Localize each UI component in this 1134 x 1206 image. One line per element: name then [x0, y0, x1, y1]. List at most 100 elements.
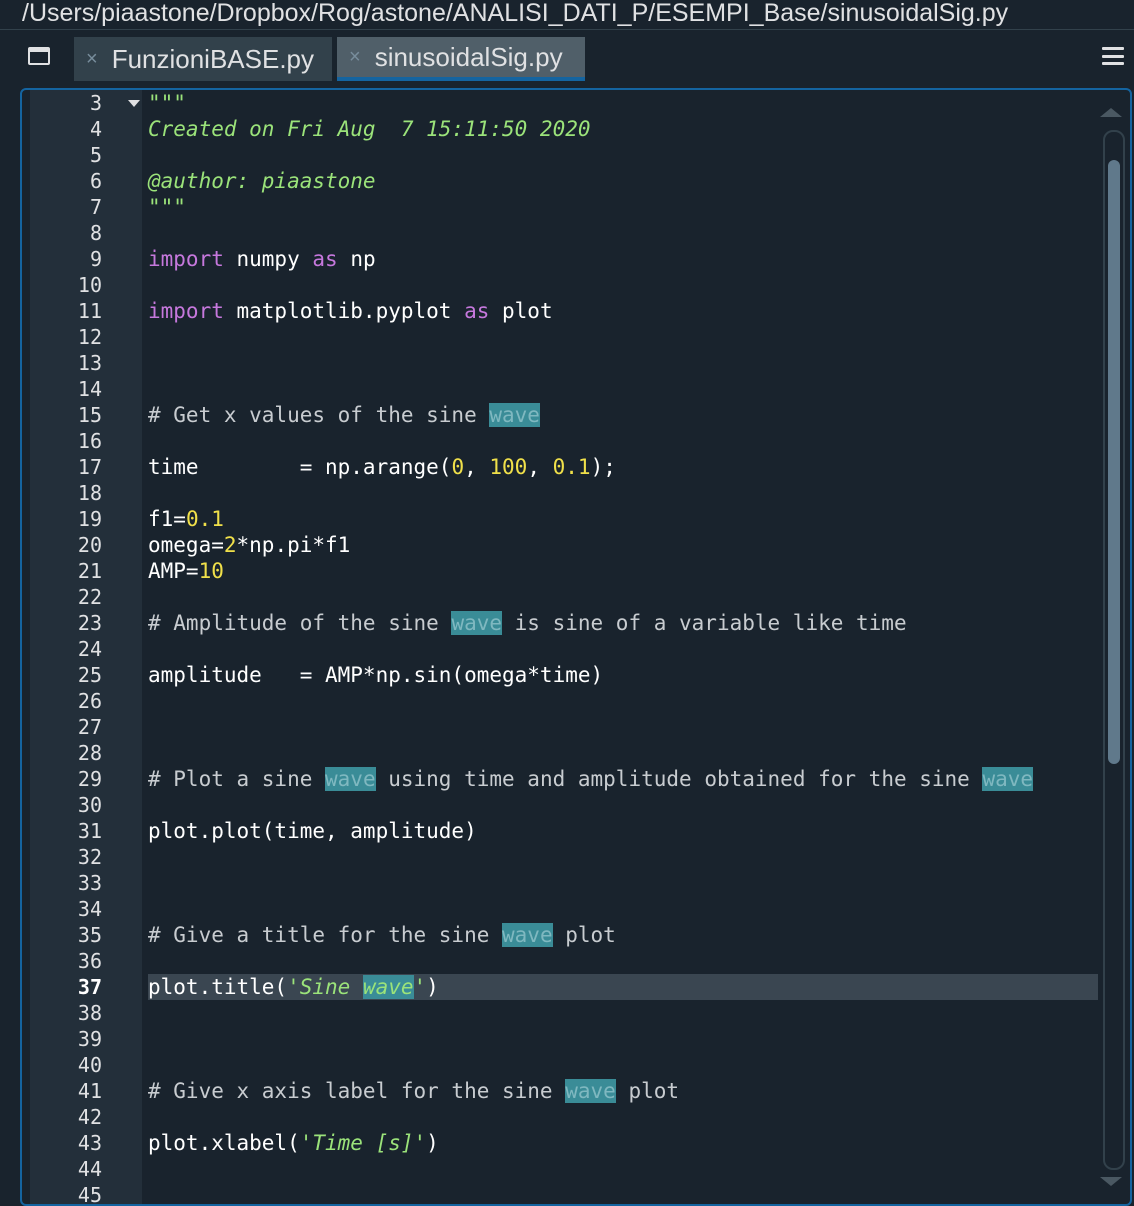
search-highlight: wave	[502, 923, 553, 947]
line-number: 44	[77, 1157, 102, 1181]
line-number: 8	[89, 221, 102, 245]
line-number: 35	[77, 923, 102, 947]
code-text: time = np.arange(	[148, 455, 452, 479]
search-highlight: wave	[565, 1079, 616, 1103]
number: 100	[489, 455, 528, 479]
menu-bar	[1102, 54, 1124, 58]
line-number: 13	[77, 351, 102, 375]
number: 0.1	[185, 507, 224, 531]
string: 'Time [s]'	[299, 1131, 427, 1155]
line-number: 21	[77, 559, 102, 583]
number: 0.1	[552, 455, 591, 479]
line-number: 19	[77, 507, 102, 531]
line-number: 18	[77, 481, 102, 505]
line-number: 6	[89, 169, 102, 193]
scroll-down-arrow-icon[interactable]	[1100, 1177, 1122, 1186]
code-text: amplitude = AMP*np.sin(omega*time)	[148, 663, 604, 687]
fold-arrow-icon[interactable]	[128, 100, 140, 107]
code-text: )	[426, 975, 439, 999]
tab-bar: × FunzioniBASE.py × sinusoidalSig.py	[0, 31, 1134, 81]
keyword-import: import	[148, 299, 224, 323]
keyword-import: import	[148, 247, 224, 271]
keyword-as: as	[464, 299, 490, 323]
line-number: 32	[77, 845, 102, 869]
code-line-29: # Plot a sine wave using time and amplit…	[142, 766, 1100, 792]
line-number: 17	[77, 455, 102, 479]
code-line-11: import matplotlib.pyplot as plot	[142, 298, 1100, 324]
line-number: 28	[77, 741, 102, 765]
code-text: ,	[464, 455, 490, 479]
comment: # Give x axis label for the sine	[148, 1079, 566, 1103]
code-text: );	[590, 455, 616, 479]
code-line-25: amplitude = AMP*np.sin(omega*time)	[142, 662, 1100, 688]
line-number: 11	[77, 299, 102, 323]
comment: # Amplitude of the sine	[148, 611, 452, 635]
line-number: 43	[77, 1131, 102, 1155]
line-number: 42	[77, 1105, 102, 1129]
search-highlight: wave	[325, 767, 376, 791]
module-alias: plot	[489, 299, 553, 323]
line-number: 24	[77, 637, 102, 661]
code-line-3: """	[142, 90, 1100, 116]
window-icon[interactable]	[28, 47, 50, 65]
comment: using time and amplitude obtained for th…	[375, 767, 983, 791]
search-highlight: wave	[451, 611, 503, 635]
line-number: 38	[77, 1001, 102, 1025]
code-line-20: omega=2*np.pi*f1	[142, 532, 1100, 558]
line-number: 7	[89, 195, 102, 219]
keyword-as: as	[312, 247, 338, 271]
code-line-6: @author: piaastone	[142, 168, 1100, 194]
code-line-41: # Give x axis label for the sine wave pl…	[142, 1078, 1100, 1104]
comment: # Plot a sine	[148, 767, 326, 791]
code-text: ,	[527, 455, 553, 479]
menu-bar	[1102, 47, 1124, 50]
close-icon[interactable]: ×	[349, 46, 361, 69]
line-number: 31	[77, 819, 102, 843]
code-line-4: Created on Fri Aug 7 15:11:50 2020	[142, 116, 1100, 142]
search-highlight: wave	[362, 975, 414, 999]
comment: plot	[552, 923, 616, 947]
line-number: 29	[77, 767, 102, 791]
line-number: 20	[77, 533, 102, 557]
docstring-author: @author: piaastone	[148, 169, 376, 193]
comment: # Get x values of the sine	[148, 403, 490, 427]
code-line-15: # Get x values of the sine wave	[142, 402, 1100, 428]
code-line-43: plot.xlabel('Time [s]')	[142, 1130, 1100, 1156]
docstring-open: """	[148, 91, 186, 115]
window-title: /Users/piaastone/Dropbox/Rog/astone/ANAL…	[0, 0, 1134, 30]
code-editor[interactable]: 3 4 5 6 7 8 9 10 11 12 13 14 15 16 17 18 19 20 21 22 23 24 25 2…	[20, 88, 1132, 1206]
scrollbar-thumb[interactable]	[1108, 160, 1120, 764]
hamburger-menu-icon[interactable]	[1102, 47, 1124, 65]
line-number: 16	[77, 429, 102, 453]
line-number: 34	[77, 897, 102, 921]
string: 'Sine	[287, 975, 363, 999]
line-number: 23	[77, 611, 102, 635]
code-text: plot.xlabel(	[148, 1131, 300, 1155]
number: 10	[198, 559, 224, 583]
line-number: 10	[77, 273, 102, 297]
code-line-19: f1=0.1	[142, 506, 1100, 532]
tab-label: sinusoidalSig.py	[374, 41, 563, 72]
line-number: 3	[89, 91, 102, 115]
line-number: 33	[77, 871, 102, 895]
tab-sinusoidalsig[interactable]: × sinusoidalSig.py	[337, 37, 585, 81]
code-line-21: AMP=10	[142, 558, 1100, 584]
docstring-close: """	[148, 195, 186, 219]
code-line-9: import numpy as np	[142, 246, 1100, 272]
line-number: 39	[77, 1027, 102, 1051]
tab-funzionibase[interactable]: × FunzioniBASE.py	[74, 37, 332, 81]
line-number-gutter: 3 4 5 6 7 8 9 10 11 12 13 14 15 16 17 18 19 20 21 22 23 24 25 2…	[30, 90, 142, 1204]
menu-bar	[1102, 62, 1124, 65]
line-number: 36	[77, 949, 102, 973]
code-text: f1=	[148, 507, 186, 531]
code-area[interactable]: """ Created on Fri Aug 7 15:11:50 2020 @…	[142, 90, 1100, 1204]
code-text: AMP=	[148, 559, 199, 583]
code-text: )	[426, 1131, 439, 1155]
line-number: 30	[77, 793, 102, 817]
code-line-23: # Amplitude of the sine wave is sine of …	[142, 610, 1100, 636]
comment: # Give a title for the sine	[148, 923, 503, 947]
close-icon[interactable]: ×	[86, 48, 98, 71]
tab-label: FunzioniBASE.py	[111, 43, 315, 74]
code-line-31: plot.plot(time, amplitude)	[142, 818, 1100, 844]
scroll-up-arrow-icon[interactable]	[1100, 108, 1122, 117]
